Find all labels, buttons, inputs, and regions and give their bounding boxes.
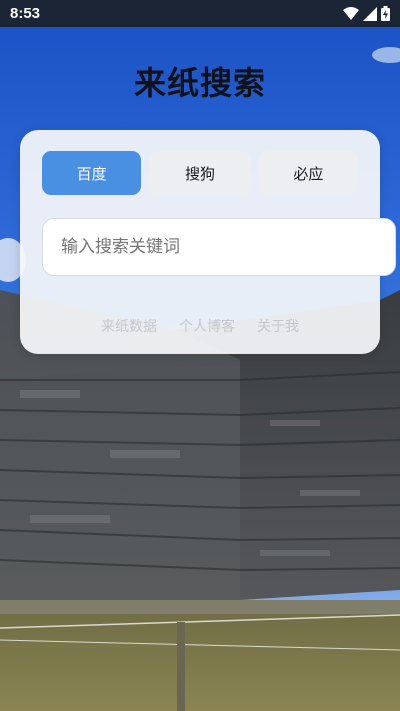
pyramid-photo xyxy=(0,0,400,711)
status-icons xyxy=(343,6,390,21)
search-input[interactable] xyxy=(61,237,381,257)
footer-link-about-me[interactable]: 关于我 xyxy=(257,316,299,336)
engine-tabs: 百度 搜狗 必应 xyxy=(42,151,358,195)
engine-tab-bing[interactable]: 必应 xyxy=(258,151,358,195)
status-time: 8:53 xyxy=(10,5,41,22)
app-title: 来纸搜索 xyxy=(133,64,266,102)
search-card: 百度 搜狗 必应 来纸数据 个人博客 关于我 xyxy=(20,130,396,354)
footer-links: 来纸数据 个人博客 关于我 xyxy=(20,316,380,336)
battery-charging-icon xyxy=(381,6,390,21)
footer-link-laizhi-data[interactable]: 来纸数据 xyxy=(101,316,157,336)
signal-icon xyxy=(363,6,377,21)
footer-link-personal-blog[interactable]: 个人博客 xyxy=(179,316,235,336)
wifi-icon xyxy=(343,6,359,20)
status-bar: 8:53 xyxy=(0,0,400,27)
engine-tab-baidu[interactable]: 百度 xyxy=(42,151,142,195)
engine-tab-sogou[interactable]: 搜狗 xyxy=(150,151,250,195)
search-box[interactable] xyxy=(42,218,396,276)
